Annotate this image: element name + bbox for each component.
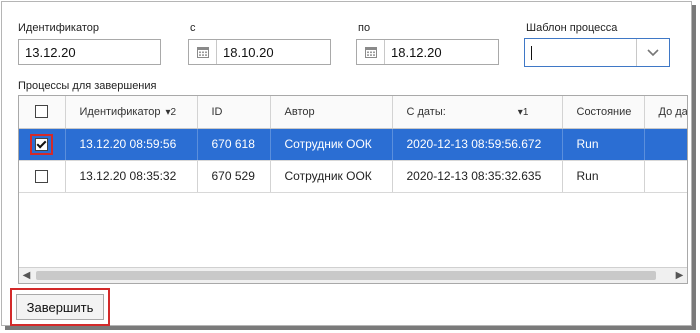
cell-to-date [644,160,687,193]
column-label: Состояние [576,105,632,118]
from-date-value: 18.10.20 [223,44,274,60]
identifier-value: 13.12.20 [25,44,76,60]
cell-state: Run [562,160,645,193]
text-caret [531,45,532,60]
finish-button[interactable]: Завершить [16,294,104,320]
cell-identifier: 13.12.20 08:59:56 [65,128,198,161]
section-title: Процессы для завершения [18,80,157,92]
column-label: Идентификатор [79,105,161,118]
identifier-input[interactable]: 13.12.20 [18,39,161,65]
from-label: с [190,22,196,34]
cell-from-date: 2020-12-13 08:35:32.635 [392,160,563,193]
table-header-row: Идентификатор ▾2 ID Автор С даты: ▾1 Состо… [19,96,688,129]
sort-indicator: ▾2 [165,106,177,118]
column-header-to-date[interactable]: До даты [644,96,688,129]
column-header-id[interactable]: ID [197,96,271,129]
from-calendar-button[interactable] [189,40,217,64]
column-header-identifier[interactable]: Идентификатор ▾2 [65,96,198,129]
horizontal-scrollbar[interactable]: ◀ ▶ [19,267,687,283]
sort-order: 2 [170,106,177,118]
calendar-icon [196,47,209,58]
table-row[interactable]: 13.12.20 08:59:56 670 618 Сотрудник ООК … [19,128,687,161]
finish-button-highlight: Завершить [10,288,110,326]
select-all-cell[interactable] [19,96,66,129]
scroll-right-arrow-icon[interactable]: ▶ [672,268,687,283]
table-row[interactable]: 13.12.20 08:35:32 670 529 Сотрудник ООК … [19,160,687,193]
column-header-author[interactable]: Автор [270,96,393,129]
scrollbar-thumb[interactable] [36,271,656,280]
column-header-state[interactable]: Состояние [562,96,645,129]
template-label: Шаблон процесса [526,22,618,34]
to-label: по [358,22,371,34]
to-date-value: 18.12.20 [391,44,442,60]
cell-id: 670 618 [197,128,271,161]
cell-id: 670 529 [197,160,271,193]
from-date-field[interactable]: 18.10.20 [188,39,331,65]
row-checkbox-cell[interactable] [19,128,66,161]
cell-identifier: 13.12.20 08:35:32 [65,160,198,193]
column-header-from-date[interactable]: С даты: ▾1 [392,96,563,129]
select-all-checkbox[interactable] [35,105,49,119]
sort-order: 1 [522,106,529,118]
template-dropdown-button[interactable] [636,39,669,66]
scroll-left-arrow-icon[interactable]: ◀ [19,268,34,283]
checkbox-highlight [30,133,54,155]
column-label: До даты [658,105,688,118]
cell-state: Run [562,128,645,161]
template-select[interactable] [524,38,670,67]
processes-grid: Идентификатор ▾2 ID Автор С даты: ▾1 Состо… [18,95,688,284]
calendar-icon [364,47,377,58]
column-label: Автор [284,105,315,118]
sort-indicator: ▾1 [517,106,529,118]
cell-author: Сотрудник ООК [270,160,393,193]
to-calendar-button[interactable] [357,40,385,64]
column-label: С даты: [406,105,446,118]
to-date-field[interactable]: 18.12.20 [356,39,499,65]
row-checkbox-cell[interactable] [19,160,66,193]
chevron-down-icon [647,48,659,56]
row-checkbox-checked[interactable] [35,137,49,151]
cell-to-date [644,128,687,161]
cell-from-date: 2020-12-13 08:59:56.672 [392,128,563,161]
row-checkbox[interactable] [35,170,49,184]
identifier-label: Идентификатор [18,22,99,34]
cell-author: Сотрудник ООК [270,128,393,161]
column-label: ID [211,105,223,118]
